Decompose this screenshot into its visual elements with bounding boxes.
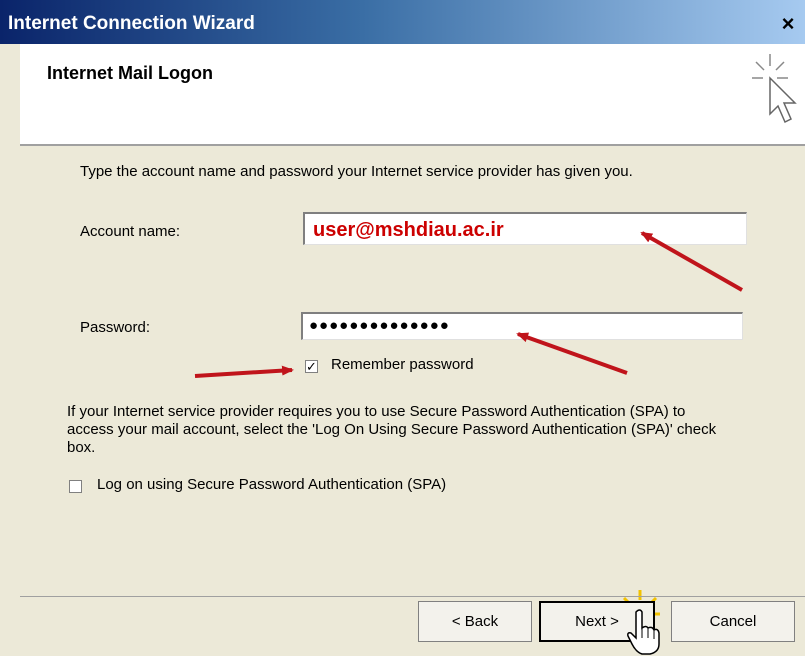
footer-divider xyxy=(20,596,805,597)
cancel-button[interactable]: Cancel xyxy=(671,601,795,642)
hand-cursor-icon xyxy=(627,609,660,655)
back-button[interactable]: < Back xyxy=(418,601,532,642)
annotation-arrows xyxy=(194,231,743,616)
arrow-to-remember xyxy=(194,365,294,378)
arrow-to-password xyxy=(516,332,628,375)
arrow-to-account xyxy=(640,231,743,292)
